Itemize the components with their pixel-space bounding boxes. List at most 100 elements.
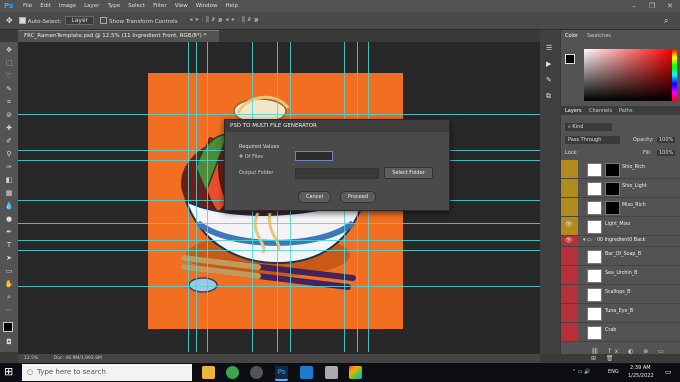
layer-row[interactable]: 👁 Light_Miso: [561, 217, 680, 236]
cancel-button[interactable]: Cancel: [298, 191, 331, 203]
menu-view[interactable]: View: [175, 3, 188, 9]
layer-visibility[interactable]: [561, 266, 578, 284]
menu-layer[interactable]: Layer: [84, 3, 99, 9]
path-select-tool-icon[interactable]: ➤: [4, 254, 14, 263]
auto-select-dropdown[interactable]: Layer: [65, 16, 95, 25]
layer-visibility[interactable]: [561, 179, 578, 197]
tab-layers[interactable]: Layers: [565, 108, 582, 114]
menu-filter[interactable]: Filter: [153, 3, 167, 9]
move-tool-icon[interactable]: ✥: [4, 46, 14, 55]
app-icon[interactable]: [250, 366, 263, 379]
menu-select[interactable]: Select: [128, 3, 145, 9]
history-brush-tool-icon[interactable]: ✑: [4, 163, 14, 172]
output-folder-input[interactable]: [295, 168, 379, 179]
tray-icons[interactable]: ⌃ ▭ 🔊: [572, 369, 590, 375]
menu-help[interactable]: Help: [225, 3, 238, 9]
layer-visibility[interactable]: 👁: [561, 217, 578, 235]
windows-start-icon[interactable]: ⊞: [4, 366, 16, 378]
layer-group-row[interactable]: 👁 ▾ ▭ 00 Ingredient0 Back: [561, 236, 680, 247]
app-window-icon[interactable]: [325, 366, 338, 379]
layer-visibility[interactable]: [561, 304, 578, 322]
clone-stamp-tool-icon[interactable]: ⚲: [4, 150, 14, 159]
history-icon[interactable]: ☰: [546, 44, 552, 52]
layer-row[interactable]: Scallops_B: [561, 285, 680, 304]
brush-tool-icon[interactable]: ✐: [4, 137, 14, 146]
clock-date[interactable]: 1/25/2022: [628, 373, 654, 379]
healing-brush-tool-icon[interactable]: ✚: [4, 124, 14, 133]
gradient-tool-icon[interactable]: ▦: [4, 189, 14, 198]
layer-row[interactable]: Shio_Rich: [561, 160, 680, 179]
crop-tool-icon[interactable]: ⌗: [4, 98, 14, 107]
clock-time[interactable]: 2:39 AM: [630, 365, 651, 371]
zoom-level[interactable]: 12.5%: [24, 356, 38, 361]
menu-edit[interactable]: Edit: [40, 3, 51, 9]
opacity-value[interactable]: 100%: [657, 137, 676, 143]
color-picker-field[interactable]: [584, 49, 672, 101]
tab-color[interactable]: Color: [565, 33, 578, 39]
restore-icon[interactable]: ❐: [644, 0, 660, 12]
proceed-button[interactable]: Proceed: [340, 191, 376, 203]
eye-icon[interactable]: 👁: [565, 237, 573, 244]
tab-channels[interactable]: Channels: [589, 108, 612, 114]
foreground-swatch[interactable]: [565, 54, 575, 64]
quick-select-tool-icon[interactable]: ✎: [4, 85, 14, 94]
layer-row[interactable]: Bar_Of_Soap_B: [561, 247, 680, 266]
photoshop-taskbar-icon[interactable]: Ps: [275, 366, 288, 381]
file-explorer-icon[interactable]: [202, 366, 215, 379]
layer-visibility[interactable]: [561, 247, 578, 265]
select-folder-button[interactable]: Select Folder: [384, 167, 433, 179]
quick-mask-icon[interactable]: ◘: [4, 338, 14, 347]
taskbar-search-box[interactable]: ○ Type here to search: [22, 364, 192, 381]
move-tool-icon[interactable]: ✥: [6, 16, 13, 25]
tab-swatches[interactable]: Swatches: [587, 33, 611, 39]
auto-select-checkbox[interactable]: Auto-Select:: [18, 16, 61, 25]
lasso-tool-icon[interactable]: ➰: [4, 72, 14, 81]
fill-value[interactable]: 100%: [657, 150, 676, 156]
search-icon[interactable]: ⌕: [664, 16, 668, 26]
dodge-tool-icon[interactable]: ●: [4, 215, 14, 224]
hue-slider[interactable]: [672, 49, 677, 101]
show-transform-checkbox[interactable]: Show Transform Controls: [100, 16, 178, 25]
brush-panel-icon[interactable]: ✎: [546, 76, 552, 84]
chrome-icon[interactable]: [226, 366, 239, 379]
layer-filter-dropdown[interactable]: ⌕ Kind: [565, 123, 612, 131]
eyedropper-tool-icon[interactable]: ⊘: [4, 111, 14, 120]
close-icon[interactable]: ✕: [662, 0, 678, 12]
layer-actions-bar[interactable]: ⛓ fx ◐ ⊕ ▭ ⊞ 🗑: [591, 348, 680, 362]
language-indicator[interactable]: ENG: [608, 369, 619, 375]
files-input[interactable]: [295, 151, 333, 161]
notification-icon[interactable]: ▭: [665, 368, 672, 376]
document-tab[interactable]: FRC_RamenTemplate.psd @ 12.5% (11 Ingred…: [18, 30, 219, 42]
layer-row[interactable]: Crab: [561, 323, 680, 342]
paint-icon[interactable]: [349, 366, 362, 379]
pen-tool-icon[interactable]: ✒: [4, 228, 14, 237]
vscode-icon[interactable]: [300, 366, 313, 379]
eraser-tool-icon[interactable]: ◧: [4, 176, 14, 185]
zoom-tool-icon[interactable]: ⌕: [4, 293, 14, 302]
layer-row[interactable]: Tuna_Eye_B: [561, 304, 680, 323]
foreground-color-swatch[interactable]: [3, 322, 13, 332]
layer-row[interactable]: Shio_Light: [561, 179, 680, 198]
minimize-icon[interactable]: –: [626, 0, 642, 12]
layer-visibility[interactable]: [561, 285, 578, 303]
hand-tool-icon[interactable]: ✋: [4, 280, 14, 289]
layer-visibility[interactable]: [561, 160, 578, 178]
eye-icon[interactable]: 👁: [565, 221, 573, 228]
type-tool-icon[interactable]: T: [4, 241, 14, 250]
marquee-tool-icon[interactable]: ⬚: [4, 59, 14, 68]
menu-window[interactable]: Window: [196, 3, 218, 9]
layer-row[interactable]: Sea_Urchin_B: [561, 266, 680, 285]
menu-image[interactable]: Image: [59, 3, 76, 9]
menu-file[interactable]: File: [23, 3, 32, 9]
play-action-icon[interactable]: ▶: [546, 60, 551, 68]
align-icons[interactable]: ⫷⫸⫶⫼⫻⫺⫷⫸⫶⫼⫻⫺: [190, 17, 262, 24]
adjust-panel-icon[interactable]: ⧉: [546, 92, 551, 101]
blend-mode-dropdown[interactable]: Pass Through: [565, 136, 620, 144]
layer-visibility[interactable]: 👁: [561, 236, 578, 246]
layer-visibility[interactable]: [561, 198, 578, 216]
more-tools-icon[interactable]: ⋯: [4, 306, 14, 315]
rectangle-tool-icon[interactable]: ▭: [4, 267, 14, 276]
layer-row[interactable]: Miso_Rich: [561, 198, 680, 217]
layer-visibility[interactable]: [561, 323, 578, 341]
tab-paths[interactable]: Paths: [619, 108, 633, 114]
